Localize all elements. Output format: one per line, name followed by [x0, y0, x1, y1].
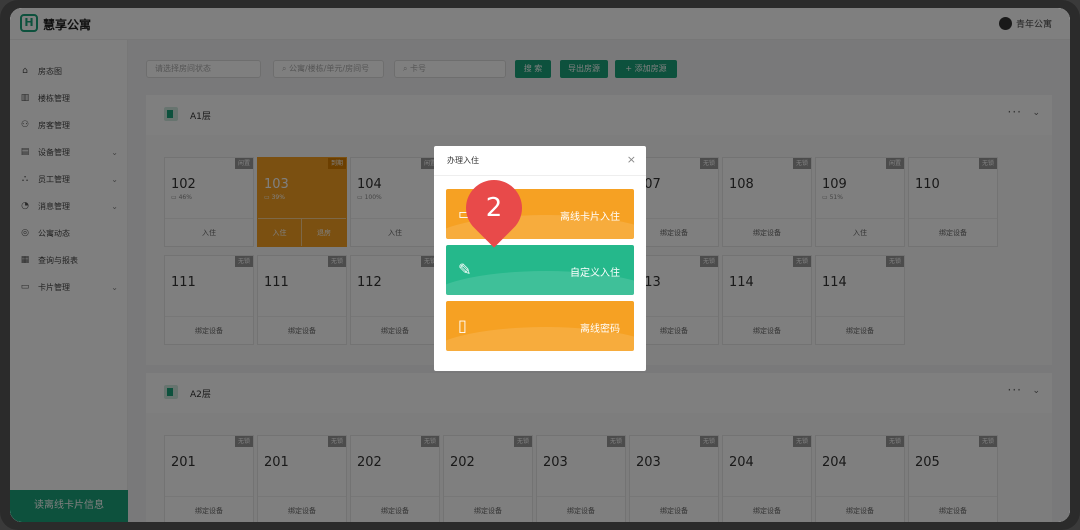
custom-checkin-button[interactable]: ✎ 自定义入住	[446, 245, 634, 295]
option-label: 离线密码	[580, 324, 620, 335]
offline-password-button[interactable]: ▯ 离线密码	[446, 301, 634, 351]
divider	[434, 175, 646, 176]
app-screen: H 慧享公寓 青年公寓 ⌂房态图 ▥楼栋管理 ⚇房客管理 ▤设备管理⌄ ⛬员工管…	[10, 8, 1070, 522]
lock-icon: ▯	[458, 316, 467, 335]
option-label: 自定义入住	[570, 268, 620, 279]
device-frame: H 慧享公寓 青年公寓 ⌂房态图 ▥楼栋管理 ⚇房客管理 ▤设备管理⌄ ⛬员工管…	[0, 0, 1080, 530]
checkin-modal: 办理入住 × ▭ 离线卡片入住 ✎ 自定义入住 ▯ 离线密码	[434, 146, 646, 371]
option-label: 离线卡片入住	[560, 212, 620, 223]
close-icon[interactable]: ×	[627, 153, 636, 166]
step-marker-number: 2	[485, 193, 503, 223]
pencil-icon: ✎	[458, 260, 472, 279]
modal-title: 办理入住	[447, 156, 479, 165]
